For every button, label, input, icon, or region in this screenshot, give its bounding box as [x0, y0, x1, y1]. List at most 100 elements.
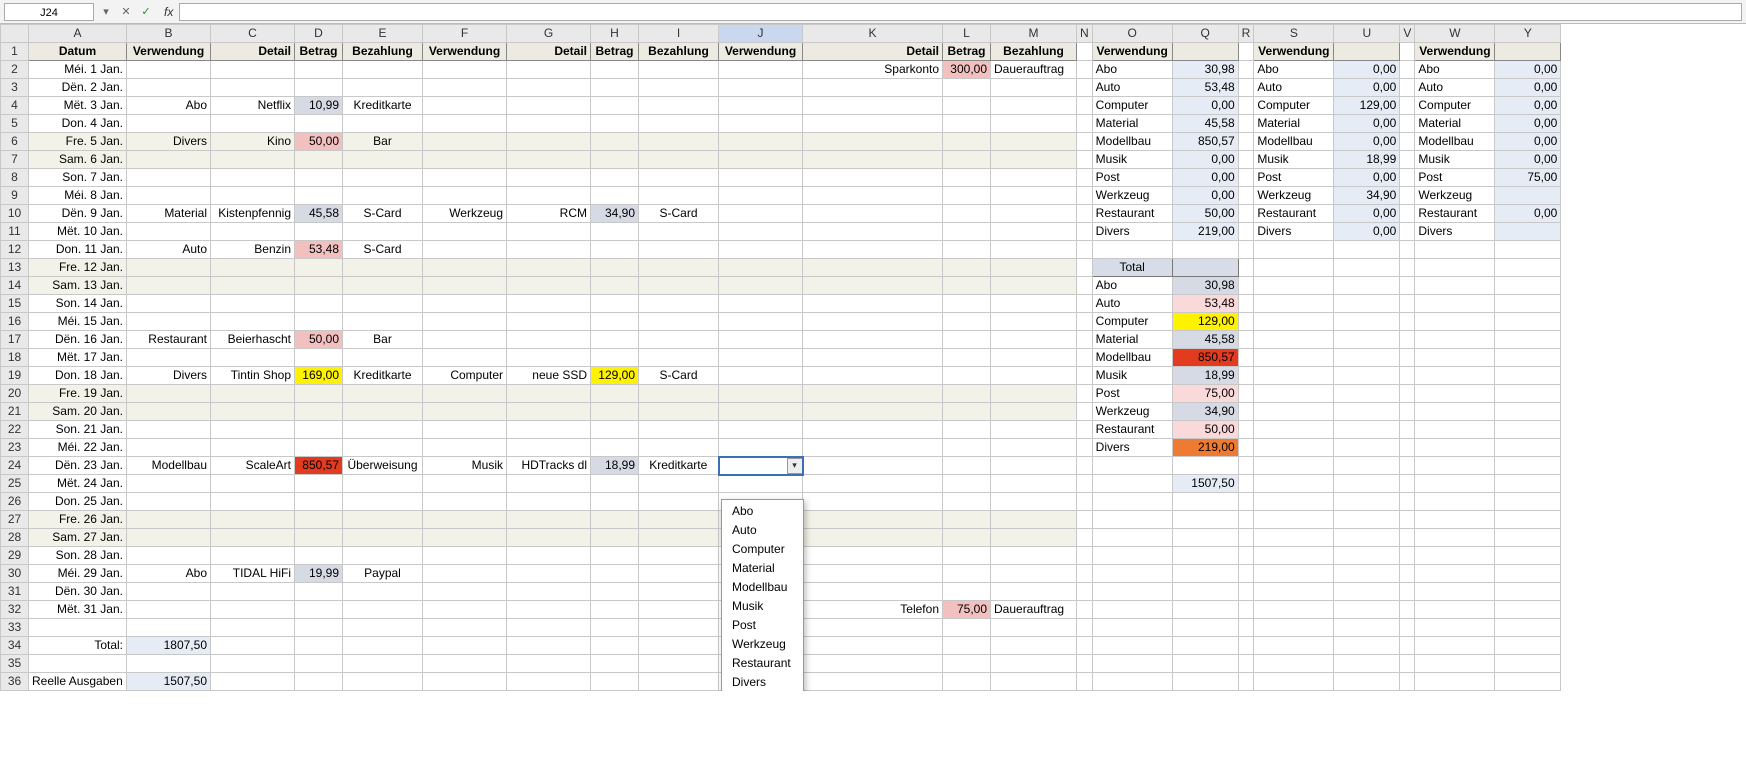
name-box-dropdown-icon[interactable]: ▾ — [98, 4, 114, 20]
cell-O27[interactable] — [1092, 511, 1172, 529]
cell-S21[interactable] — [1254, 403, 1334, 421]
cell-R14[interactable] — [1238, 277, 1254, 295]
cell-I28[interactable] — [639, 529, 719, 547]
cell-A24[interactable]: Dën. 23 Jan. — [29, 457, 127, 475]
cell-A28[interactable]: Sam. 27 Jan. — [29, 529, 127, 547]
cell-A36[interactable]: Reelle Ausgaben — [29, 673, 127, 691]
cell-S29[interactable] — [1254, 547, 1334, 565]
col-header-Q[interactable]: Q — [1172, 25, 1238, 43]
cell-R13[interactable] — [1238, 259, 1254, 277]
cell-S35[interactable] — [1254, 655, 1334, 673]
cell-N26[interactable] — [1077, 493, 1093, 511]
cell-Y8[interactable]: 75,00 — [1495, 169, 1561, 187]
cell-C21[interactable] — [211, 403, 295, 421]
cell-H24[interactable]: 18,99 — [591, 457, 639, 475]
cell-E34[interactable] — [343, 637, 423, 655]
cell-N31[interactable] — [1077, 583, 1093, 601]
cell-N27[interactable] — [1077, 511, 1093, 529]
cell-U25[interactable] — [1334, 475, 1400, 493]
cell-C30[interactable]: TIDAL HiFi — [211, 565, 295, 583]
cell-I19[interactable]: S-Card — [639, 367, 719, 385]
cell-Y16[interactable] — [1495, 313, 1561, 331]
col-header-S[interactable]: S — [1254, 25, 1334, 43]
row-header-17[interactable]: 17 — [1, 331, 29, 349]
cell-R24[interactable] — [1238, 457, 1254, 475]
dropdown-item-computer[interactable]: Computer — [722, 540, 803, 559]
cell-O15[interactable]: Auto — [1092, 295, 1172, 313]
cell-A11[interactable]: Mët. 10 Jan. — [29, 223, 127, 241]
col-header-H[interactable]: H — [591, 25, 639, 43]
cell-K36[interactable] — [803, 673, 943, 691]
cell-A3[interactable]: Dën. 2 Jan. — [29, 79, 127, 97]
cell-J18[interactable] — [719, 349, 803, 367]
cell-W17[interactable] — [1415, 331, 1495, 349]
cell-Y11[interactable] — [1495, 223, 1561, 241]
cell-V20[interactable] — [1400, 385, 1415, 403]
cell-O30[interactable] — [1092, 565, 1172, 583]
row-header-19[interactable]: 19 — [1, 367, 29, 385]
cell-U36[interactable] — [1334, 673, 1400, 691]
cell-G22[interactable] — [507, 421, 591, 439]
cell-W32[interactable] — [1415, 601, 1495, 619]
cell-U31[interactable] — [1334, 583, 1400, 601]
cancel-icon[interactable]: ✕ — [118, 4, 134, 20]
row-header-9[interactable]: 9 — [1, 187, 29, 205]
cell-C17[interactable]: Beierhascht — [211, 331, 295, 349]
cell-K34[interactable] — [803, 637, 943, 655]
cell-G12[interactable] — [507, 241, 591, 259]
cell-J17[interactable] — [719, 331, 803, 349]
row-header-16[interactable]: 16 — [1, 313, 29, 331]
cell-B23[interactable] — [127, 439, 211, 457]
cell-J9[interactable] — [719, 187, 803, 205]
cell-A10[interactable]: Dën. 9 Jan. — [29, 205, 127, 223]
cell-D17[interactable]: 50,00 — [295, 331, 343, 349]
cell-A15[interactable]: Son. 14 Jan. — [29, 295, 127, 313]
cell-V16[interactable] — [1400, 313, 1415, 331]
cell-U5[interactable]: 0,00 — [1334, 115, 1400, 133]
select-all-corner[interactable] — [1, 25, 29, 43]
cell-S9[interactable]: Werkzeug — [1254, 187, 1334, 205]
cell-W20[interactable] — [1415, 385, 1495, 403]
cell-K35[interactable] — [803, 655, 943, 673]
cell-M25[interactable] — [991, 475, 1077, 493]
cell-D35[interactable] — [295, 655, 343, 673]
cell-D25[interactable] — [295, 475, 343, 493]
cell-K33[interactable] — [803, 619, 943, 637]
cell-Q32[interactable] — [1172, 601, 1238, 619]
cell-C8[interactable] — [211, 169, 295, 187]
cell-D13[interactable] — [295, 259, 343, 277]
cell-H21[interactable] — [591, 403, 639, 421]
cell-S25[interactable] — [1254, 475, 1334, 493]
cell-O4[interactable]: Computer — [1092, 97, 1172, 115]
cell-M19[interactable] — [991, 367, 1077, 385]
dropdown-item-modellbau[interactable]: Modellbau — [722, 578, 803, 597]
cell-G10[interactable]: RCM — [507, 205, 591, 223]
cell-Q22[interactable]: 50,00 — [1172, 421, 1238, 439]
cell-H14[interactable] — [591, 277, 639, 295]
cell-U8[interactable]: 0,00 — [1334, 169, 1400, 187]
cell-N35[interactable] — [1077, 655, 1093, 673]
cell-D33[interactable] — [295, 619, 343, 637]
cell-O7[interactable]: Musik — [1092, 151, 1172, 169]
cell-I27[interactable] — [639, 511, 719, 529]
cell-W22[interactable] — [1415, 421, 1495, 439]
cell-B27[interactable] — [127, 511, 211, 529]
cell-O9[interactable]: Werkzeug — [1092, 187, 1172, 205]
cell-E22[interactable] — [343, 421, 423, 439]
cell-N24[interactable] — [1077, 457, 1093, 475]
cell-G6[interactable] — [507, 133, 591, 151]
cell-F14[interactable] — [423, 277, 507, 295]
cell-U26[interactable] — [1334, 493, 1400, 511]
cell-B3[interactable] — [127, 79, 211, 97]
cell-B9[interactable] — [127, 187, 211, 205]
cell-K18[interactable] — [803, 349, 943, 367]
cell-O2[interactable]: Abo — [1092, 61, 1172, 79]
cell-R31[interactable] — [1238, 583, 1254, 601]
cell-D28[interactable] — [295, 529, 343, 547]
cell-C22[interactable] — [211, 421, 295, 439]
cell-N36[interactable] — [1077, 673, 1093, 691]
cell-I18[interactable] — [639, 349, 719, 367]
cell-K11[interactable] — [803, 223, 943, 241]
cell-O12[interactable] — [1092, 241, 1172, 259]
cell-E7[interactable] — [343, 151, 423, 169]
